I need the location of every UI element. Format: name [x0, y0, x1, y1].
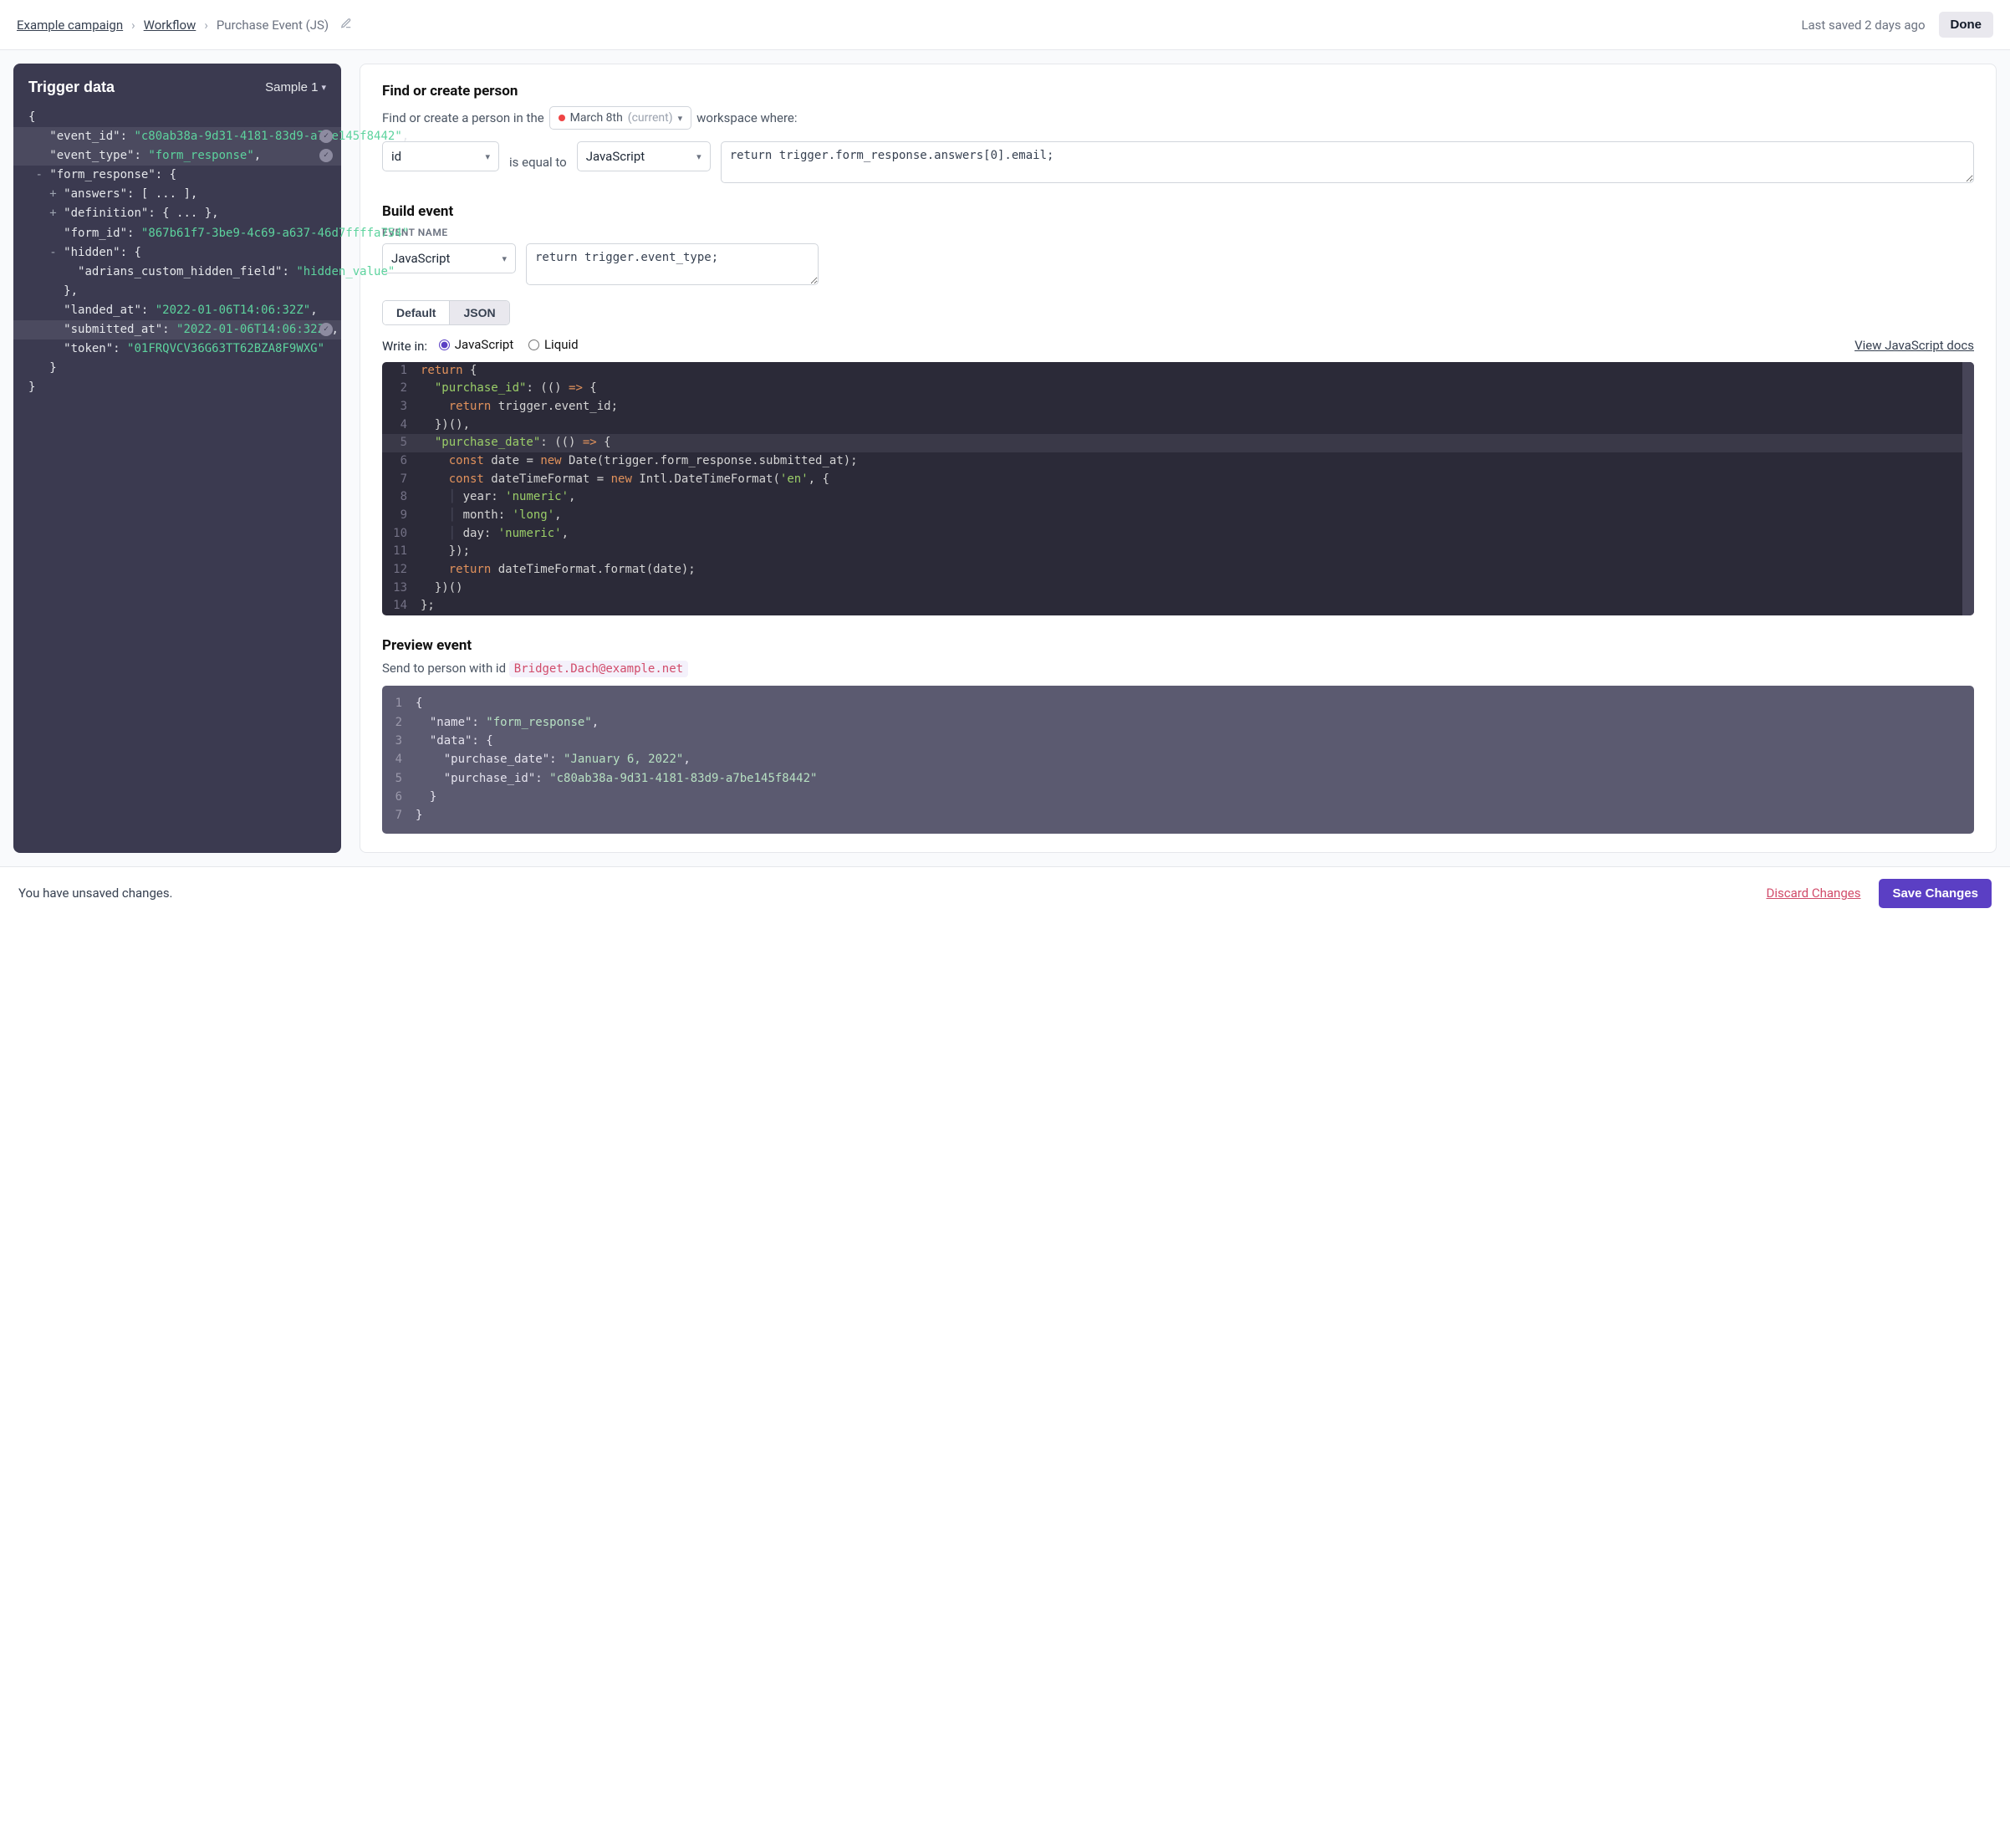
json-line[interactable]: "token": "01FRQVCV36G63TT62BZA8F9WXG"	[13, 339, 341, 359]
workspace-name: March 8th	[570, 111, 623, 125]
json-line: }	[13, 359, 341, 378]
docs-link[interactable]: View JavaScript docs	[1854, 338, 1974, 353]
save-changes-button[interactable]: Save Changes	[1879, 879, 1992, 908]
json-line[interactable]: + "answers": [ ... ],	[13, 185, 341, 204]
edit-icon[interactable]	[340, 18, 352, 33]
find-row: id▾ is equal to JavaScript▾	[382, 141, 1974, 183]
event-name-expression-input[interactable]	[526, 243, 819, 285]
chevron-right-icon: ›	[204, 18, 208, 33]
event-name-label: EVENT NAME	[382, 227, 1974, 238]
breadcrumb-campaign[interactable]: Example campaign	[17, 18, 123, 33]
unsaved-notice: You have unsaved changes.	[18, 886, 173, 901]
lang-js-radio[interactable]: JavaScript	[439, 337, 513, 352]
dot-icon	[559, 115, 565, 121]
preview-desc: Send to person with id Bridget.Dach@exam…	[382, 661, 1974, 676]
json-line[interactable]: - "hidden": {	[13, 243, 341, 263]
config-panel: Find or create person Find or create a p…	[360, 64, 1997, 853]
mode-select[interactable]: JavaScript▾	[577, 141, 711, 171]
header: Example campaign › Workflow › Purchase E…	[0, 0, 2010, 50]
tab-default[interactable]: Default	[383, 301, 450, 324]
write-in-row: Write in: JavaScript Liquid View JavaScr…	[382, 337, 1974, 354]
lang-liquid-radio[interactable]: Liquid	[528, 337, 579, 352]
preview-output: 1{ 2 "name": "form_response", 3 "data": …	[382, 686, 1974, 834]
breadcrumb-current: Purchase Event (JS)	[217, 18, 329, 33]
chevron-down-icon: ▾	[485, 151, 490, 162]
preview-title: Preview event	[382, 637, 1974, 654]
caret-down-icon: ▾	[502, 253, 507, 264]
json-line[interactable]: "form_id": "867b61f7-3be9-4c69-a637-46d7…	[13, 224, 341, 243]
find-expression-input[interactable]	[721, 141, 1974, 183]
trigger-json: { "event_id": "c80ab38a-9d31-4181-83d9-a…	[13, 108, 341, 397]
json-line: {	[13, 108, 341, 127]
event-name-row: JavaScript▾	[382, 243, 1974, 285]
view-tabs: Default JSON	[382, 300, 510, 325]
done-button[interactable]: Done	[1939, 12, 1994, 38]
json-line[interactable]: "landed_at": "2022-01-06T14:06:32Z",	[13, 301, 341, 320]
check-icon: ✓	[319, 130, 333, 143]
event-name-mode-select[interactable]: JavaScript▾	[382, 243, 516, 273]
json-line[interactable]: "event_id": "c80ab38a-9d31-4181-83d9-a7b…	[13, 127, 341, 146]
caret-down-icon: ▾	[696, 151, 701, 162]
workspace-suffix: (current)	[628, 111, 673, 125]
breadcrumb-workflow[interactable]: Workflow	[144, 18, 196, 33]
trigger-title: Trigger data	[28, 79, 115, 96]
trigger-data-panel: Trigger data Sample 1 ▾ { "event_id": "c…	[13, 64, 341, 853]
json-line[interactable]: "submitted_at": "2022-01-06T14:06:32Z",✓	[13, 320, 341, 339]
attribute-select[interactable]: id▾	[382, 141, 499, 171]
json-line[interactable]: "adrians_custom_hidden_field": "hidden_v…	[13, 263, 341, 282]
json-line[interactable]: - "form_response": {	[13, 166, 341, 185]
json-line[interactable]: + "definition": { ... },	[13, 204, 341, 223]
sample-label: Sample 1	[265, 80, 318, 94]
header-right: Last saved 2 days ago Done	[1801, 12, 1993, 38]
json-line: }	[13, 378, 341, 397]
breadcrumb: Example campaign › Workflow › Purchase E…	[17, 18, 352, 33]
build-title: Build event	[382, 203, 1974, 220]
footer: You have unsaved changes. Discard Change…	[0, 866, 2010, 920]
check-icon: ✓	[319, 323, 333, 336]
discard-changes-link[interactable]: Discard Changes	[1766, 886, 1860, 901]
workspace-select[interactable]: March 8th (current) ▾	[549, 106, 691, 130]
json-line[interactable]: "event_type": "form_response",✓	[13, 146, 341, 166]
chevron-down-icon: ▾	[321, 82, 326, 93]
code-editor[interactable]: 1return { 2 "purchase_id": (() => { 3 re…	[382, 362, 1974, 616]
chevron-right-icon: ›	[131, 18, 135, 33]
find-helper: Find or create a person in the March 8th…	[382, 106, 1974, 130]
workspace: Trigger data Sample 1 ▾ { "event_id": "c…	[0, 50, 2010, 866]
json-line: },	[13, 282, 341, 301]
check-icon: ✓	[319, 149, 333, 162]
write-in-label: Write in:	[382, 339, 427, 354]
last-saved: Last saved 2 days ago	[1801, 18, 1925, 33]
operator-label: is equal to	[509, 155, 567, 170]
sample-select[interactable]: Sample 1 ▾	[265, 80, 326, 94]
tab-json[interactable]: JSON	[450, 301, 508, 324]
find-title: Find or create person	[382, 83, 1974, 100]
preview-person-id: Bridget.Dach@example.net	[509, 661, 688, 677]
chevron-down-icon: ▾	[678, 113, 683, 124]
